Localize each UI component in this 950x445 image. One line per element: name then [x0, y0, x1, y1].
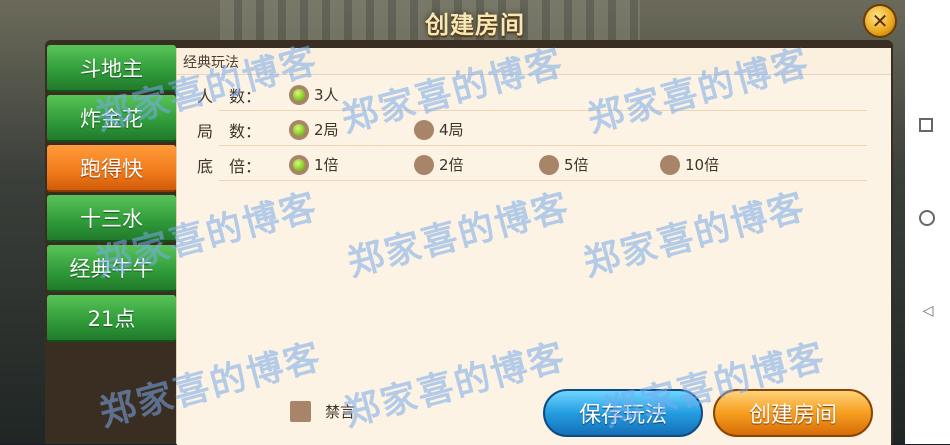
option-label: 2倍 — [439, 156, 464, 174]
dialog-title-bar: 创建房间 — [325, 2, 625, 42]
home-icon[interactable] — [919, 210, 935, 226]
android-nav-bar: ◁ — [905, 0, 950, 444]
mute-toggle[interactable]: 禁言 — [290, 401, 355, 422]
row-divider — [219, 110, 867, 111]
row-label: 局 数： — [197, 122, 262, 141]
close-button[interactable]: ✕ — [863, 4, 897, 38]
option-label: 1倍 — [314, 156, 339, 174]
dialog-title: 创建房间 — [425, 10, 525, 39]
row-divider — [219, 180, 867, 181]
base-multiplier-row: 底 倍： 1倍 2倍 5倍 10倍 — [177, 147, 867, 181]
radio-selected-icon — [289, 154, 309, 175]
tab-21-points[interactable]: 21点 — [47, 295, 176, 342]
option-4-rounds[interactable]: 4局 — [414, 119, 464, 140]
back-triangle-icon[interactable]: ◁ — [919, 302, 937, 320]
option-10x[interactable]: 10倍 — [660, 154, 719, 175]
row-label: 人 数： — [197, 87, 262, 106]
settings-panel: 经典玩法 人 数： 3人 局 数： 2局 4局 底 倍： 1倍 2倍 5倍 10… — [176, 48, 891, 445]
checkbox-icon — [290, 401, 311, 422]
radio-unselected-icon — [414, 119, 434, 140]
section-label: 经典玩法 — [183, 55, 239, 71]
round-count-row: 局 数： 2局 4局 — [177, 112, 867, 146]
option-3-players[interactable]: 3人 — [289, 84, 339, 105]
radio-selected-icon — [289, 119, 309, 140]
tab-niuniu[interactable]: 经典牛牛 — [47, 245, 176, 292]
option-label: 3人 — [314, 86, 339, 104]
radio-unselected-icon — [660, 154, 680, 175]
save-rules-button[interactable]: 保存玩法 — [543, 389, 703, 437]
tab-doudizhu[interactable]: 斗地主 — [47, 45, 176, 92]
row-divider — [219, 145, 867, 146]
option-label: 2局 — [314, 121, 339, 139]
option-label: 10倍 — [685, 156, 720, 174]
option-label: 5倍 — [564, 156, 589, 174]
tab-shisanshui[interactable]: 十三水 — [47, 195, 176, 242]
tab-paodekuai[interactable]: 跑得快 — [47, 145, 176, 192]
game-type-sidebar: 斗地主 炸金花 跑得快 十三水 经典牛牛 21点 — [47, 45, 176, 345]
mute-label: 禁言 — [325, 403, 356, 421]
create-room-button[interactable]: 创建房间 — [713, 389, 873, 437]
option-2-rounds[interactable]: 2局 — [289, 119, 339, 140]
radio-selected-icon — [289, 84, 309, 105]
row-label: 底 倍： — [197, 157, 262, 176]
option-5x[interactable]: 5倍 — [539, 154, 589, 175]
close-x-icon: ✕ — [871, 9, 889, 33]
tab-zhajinhua[interactable]: 炸金花 — [47, 95, 176, 142]
option-2x[interactable]: 2倍 — [414, 154, 464, 175]
option-label: 4局 — [439, 121, 464, 139]
recent-apps-icon[interactable] — [919, 118, 933, 132]
player-count-row: 人 数： 3人 — [177, 77, 867, 111]
option-1x[interactable]: 1倍 — [289, 154, 339, 175]
radio-unselected-icon — [539, 154, 559, 175]
radio-unselected-icon — [414, 154, 434, 175]
